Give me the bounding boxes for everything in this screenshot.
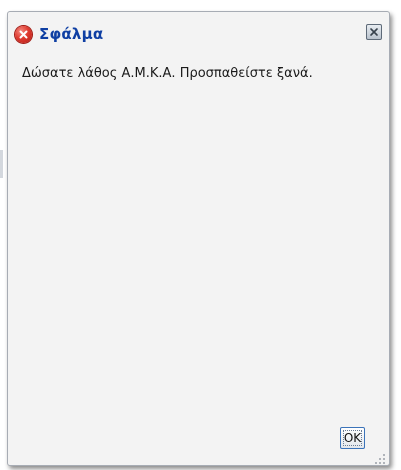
error-message: Δώσατε λάθος Α.Μ.Κ.Α. Προσπαθείστε ξανά. xyxy=(22,66,313,81)
error-dialog: Σφάλμα Δώσατε λάθος Α.Μ.Κ.Α. Προσπαθείστ… xyxy=(7,11,390,466)
resize-grip-icon[interactable] xyxy=(374,450,386,464)
close-icon xyxy=(370,28,378,36)
ok-button[interactable]: OK xyxy=(340,427,365,449)
dialog-titlebar[interactable]: Σφάλμα xyxy=(8,12,389,52)
background-window-edge xyxy=(0,150,3,178)
dialog-title: Σφάλμα xyxy=(39,25,104,43)
background-window xyxy=(0,0,6,470)
close-button[interactable] xyxy=(366,24,382,40)
error-icon xyxy=(15,26,32,43)
